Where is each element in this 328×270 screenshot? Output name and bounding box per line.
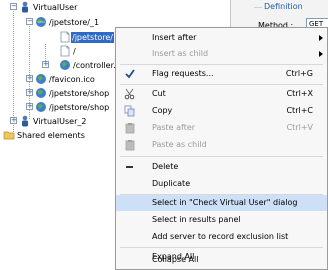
- tree-node-page[interactable]: + /jpetstore/shop: [0, 87, 120, 100]
- paste-icon: [125, 140, 135, 151]
- menu-item-label: Select in "Check Virtual User" dialog: [152, 198, 298, 207]
- menu-item-paste-after[interactable]: Paste after Ctrl+V: [116, 120, 327, 136]
- globe-icon: [36, 17, 46, 27]
- context-menu: Insert after Insert as child Flag reques…: [115, 27, 328, 270]
- tree-node-label: /: [73, 47, 76, 56]
- tree-node-label: VirtualUser_2: [33, 117, 87, 126]
- menu-shortcut: Ctrl+X: [286, 89, 313, 98]
- tree-node-label: /jpetstore/shop: [49, 103, 110, 112]
- collapse-toggle[interactable]: −: [26, 18, 33, 25]
- submenu-arrow-icon: [319, 51, 323, 57]
- checkmark-icon: [125, 69, 135, 79]
- menu-item-copy[interactable]: Copy Ctrl+C: [116, 103, 327, 119]
- menu-item-paste-as-child[interactable]: Paste as child: [116, 137, 327, 153]
- scissors-icon: [124, 88, 135, 100]
- menu-shortcut: Ctrl+V: [286, 123, 313, 132]
- menu-item-label: Delete: [152, 162, 179, 171]
- tree-node-request-selected[interactable]: /jpetstore/: [0, 31, 120, 44]
- tree-node-virtualuser[interactable]: − VirtualUser: [0, 1, 120, 14]
- menu-shortcut: Ctrl+C: [286, 106, 313, 115]
- group-border: [254, 7, 262, 8]
- tree-node-label: VirtualUser: [33, 3, 78, 12]
- menu-item-label: Flag requests...: [152, 69, 214, 78]
- expand-toggle[interactable]: +: [42, 61, 49, 68]
- menu-item-label: Copy: [152, 106, 173, 115]
- tree-node-page[interactable]: + /favicon.ico: [0, 73, 120, 86]
- minus-icon: [126, 166, 133, 168]
- menu-item-label: Insert as child: [152, 49, 209, 58]
- menu-item-collapse-all[interactable]: Collapse All: [116, 252, 327, 268]
- menu-item-label: Select in results panel: [152, 215, 241, 224]
- menu-item-label: Collapse All: [152, 255, 199, 264]
- menu-item-insert-after[interactable]: Insert after: [116, 30, 327, 46]
- tree-node-label: /jpetstore/_1: [49, 18, 100, 27]
- menu-item-flag-requests[interactable]: Flag requests... Ctrl+G: [116, 66, 327, 82]
- expand-toggle[interactable]: +: [10, 117, 17, 124]
- tree-node-shared-elements[interactable]: Shared elements: [0, 129, 120, 142]
- menu-item-select-in-results-panel[interactable]: Select in results panel: [116, 212, 327, 228]
- tree-node-label: /controller.: [73, 61, 116, 70]
- menu-item-delete[interactable]: Delete: [116, 159, 327, 175]
- copy-icon: [124, 105, 135, 117]
- definition-title: Definition: [264, 2, 303, 11]
- menu-item-label: Paste after: [152, 123, 196, 132]
- collapse-toggle[interactable]: −: [10, 3, 17, 10]
- expand-toggle[interactable]: +: [26, 89, 33, 96]
- tree-node-page[interactable]: − /jpetstore/_1: [0, 16, 120, 29]
- expand-toggle[interactable]: +: [26, 75, 33, 82]
- tree-node-request[interactable]: + /controller.: [0, 59, 120, 72]
- page-icon: [60, 45, 70, 57]
- menu-separator: [120, 156, 323, 157]
- tree-node-page[interactable]: + /jpetstore/shop: [0, 101, 120, 114]
- globe-icon: [60, 60, 70, 70]
- virtual-user-icon: [22, 1, 28, 13]
- menu-item-label: Paste as child: [152, 140, 207, 149]
- menu-item-add-server-exclusion[interactable]: Add server to record exclusion list: [116, 229, 327, 245]
- virtual-user-icon: [22, 115, 28, 127]
- tree-node-request[interactable]: /: [0, 45, 120, 58]
- tree-node-virtualuser[interactable]: + VirtualUser_2: [0, 115, 120, 128]
- submenu-arrow-icon: [319, 35, 323, 41]
- menu-item-select-in-check-vu-dialog[interactable]: Select in "Check Virtual User" dialog: [116, 195, 327, 211]
- tree-node-label: /favicon.ico: [49, 75, 95, 84]
- menu-item-label: Duplicate: [152, 179, 191, 188]
- globe-icon: [36, 102, 46, 112]
- tree-node-label: /jpetstore/shop: [49, 89, 110, 98]
- menu-item-cut[interactable]: Cut Ctrl+X: [116, 86, 327, 102]
- menu-item-label: Cut: [152, 89, 166, 98]
- menu-item-duplicate[interactable]: Duplicate: [116, 176, 327, 192]
- folder-icon: [3, 131, 15, 140]
- menu-item-insert-as-child[interactable]: Insert as child: [116, 46, 327, 62]
- globe-icon: [36, 74, 46, 84]
- expand-toggle[interactable]: +: [26, 103, 33, 110]
- menu-separator: [120, 64, 323, 65]
- tree-node-label: /jpetstore/: [71, 32, 114, 43]
- menu-item-label: Insert after: [152, 33, 197, 42]
- menu-item-label: Add server to record exclusion list: [152, 232, 289, 241]
- tree-node-label: Shared elements: [17, 131, 85, 140]
- menu-separator: [120, 247, 323, 248]
- paste-icon: [125, 123, 135, 134]
- page-icon: [60, 31, 70, 43]
- menu-shortcut: Ctrl+G: [285, 69, 313, 78]
- menu-separator: [120, 84, 323, 85]
- globe-icon: [36, 88, 46, 98]
